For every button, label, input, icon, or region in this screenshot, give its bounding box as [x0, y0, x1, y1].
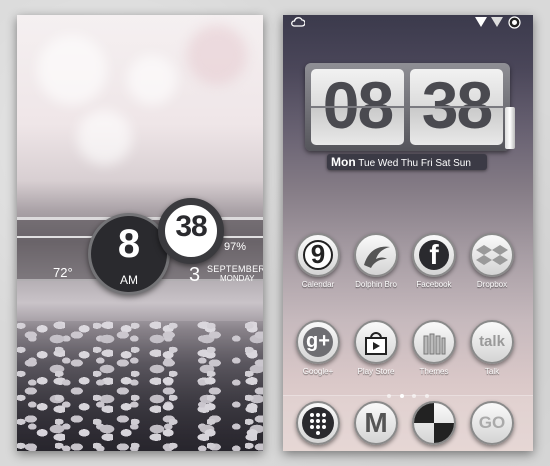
pencils-icon — [412, 320, 456, 364]
google-plus-icon: g+ — [296, 320, 340, 364]
flip-divider — [410, 106, 503, 108]
hour-value: 8 — [117, 222, 141, 266]
date-weekday: MONDAY — [220, 274, 255, 283]
flip-card-hour: 08 — [311, 68, 404, 145]
dock-launcher[interactable] — [406, 401, 462, 445]
app-google-plus[interactable]: g+ Google+ — [290, 320, 346, 376]
date-month: SEPTEMBER — [207, 264, 263, 274]
minute-ring[interactable]: 38 — [158, 198, 224, 264]
app-dolphin-browser[interactable]: Dolphin Bro — [348, 233, 404, 289]
flip-hour-value: 08 — [322, 68, 394, 142]
dock-gmail[interactable]: M — [348, 401, 404, 445]
date-day: 3 — [189, 264, 201, 286]
flip-divider — [311, 106, 404, 108]
status-bar — [283, 15, 533, 31]
weekday-current: Mon — [331, 155, 356, 169]
play-store-icon — [354, 320, 398, 364]
dropbox-icon — [470, 233, 514, 277]
ampm-label: AM — [120, 273, 138, 287]
bokeh-light — [37, 35, 107, 105]
weekday-rest: Tue Wed Thu Fri Sat Sun — [358, 158, 471, 169]
homescreen-phone: 08 38 Mon Tue Wed Thu Fri Sat Sun 9 Cale… — [283, 15, 533, 451]
calendar-icon: 9 — [296, 233, 340, 277]
battery-percent: 97% — [224, 241, 247, 253]
gmail-icon: M — [354, 401, 398, 445]
flip-minute-value: 38 — [421, 68, 493, 142]
app-label: Dropbox — [476, 280, 508, 289]
temperature: 72° — [53, 265, 73, 280]
app-label: Calendar — [301, 280, 335, 289]
minute-value: 38 — [175, 210, 207, 243]
lockscreen-phone: 72° 8 AM 38 97% 3 SEPTEMBER MONDAY — [17, 15, 263, 451]
dialpad-icon — [296, 401, 340, 445]
wifi-icon — [475, 17, 487, 27]
weekday-strip: Mon Tue Wed Thu Fri Sat Sun — [327, 154, 487, 170]
app-label: Facebook — [416, 280, 452, 289]
checkerboard-icon — [412, 401, 456, 445]
app-calendar[interactable]: 9 Calendar — [290, 233, 346, 289]
app-talk[interactable]: talk Talk — [464, 320, 520, 376]
alarm-flag-icon — [505, 107, 515, 149]
flip-clock-widget[interactable]: 08 38 — [305, 63, 515, 151]
battery-icon — [508, 16, 521, 29]
app-play-store[interactable]: Play Store — [348, 320, 404, 376]
dolphin-icon — [354, 233, 398, 277]
dock-phone-dialer[interactable] — [290, 401, 346, 445]
bokeh-light — [187, 25, 247, 85]
bokeh-light — [127, 55, 177, 105]
cloud-icon — [291, 17, 305, 27]
app-label: Play Store — [357, 367, 395, 376]
signal-icon — [491, 17, 503, 27]
flip-card-minute: 38 — [410, 68, 503, 145]
app-label: Dolphin Bro — [355, 280, 397, 289]
app-label: Talk — [484, 367, 500, 376]
bokeh-light — [77, 110, 132, 165]
go-icon: GO — [470, 401, 514, 445]
app-dropbox[interactable]: Dropbox — [464, 233, 520, 289]
app-facebook[interactable]: f Facebook — [406, 233, 462, 289]
dock-go-launcher[interactable]: GO — [464, 401, 520, 445]
app-themes[interactable]: Themes — [406, 320, 462, 376]
facebook-icon: f — [412, 233, 456, 277]
talk-icon: talk — [470, 320, 514, 364]
gravel-ground — [17, 321, 263, 451]
app-label: Google+ — [302, 367, 334, 376]
app-label: Themes — [419, 367, 449, 376]
